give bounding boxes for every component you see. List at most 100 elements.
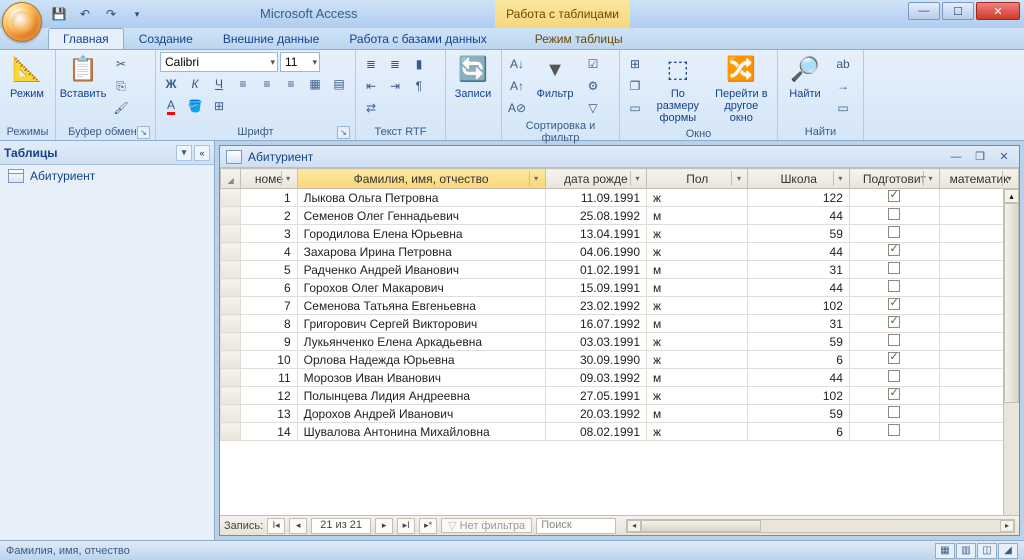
redo-icon[interactable]: ↷ <box>100 3 122 25</box>
numbering-icon[interactable]: ≣ <box>384 54 406 74</box>
underline-button[interactable]: Ч <box>208 74 230 94</box>
undo-icon[interactable]: ↶ <box>74 3 96 25</box>
cell-school[interactable]: 59 <box>748 225 849 243</box>
checkbox-icon[interactable] <box>888 388 900 400</box>
align-center-button[interactable]: ≡ <box>256 74 278 94</box>
nav-item-table[interactable]: Абитуриент <box>0 165 214 187</box>
cell-sex[interactable]: ж <box>647 189 748 207</box>
copy-icon[interactable]: ⎘ <box>110 76 132 96</box>
nav-pane-header[interactable]: Таблицы ▾ « <box>0 141 214 165</box>
checkbox-icon[interactable] <box>888 208 900 220</box>
scroll-left-icon[interactable]: ◂ <box>627 520 641 532</box>
row-selector[interactable] <box>221 333 241 351</box>
cell-num[interactable]: 2 <box>241 207 297 225</box>
cell-school[interactable]: 44 <box>748 207 849 225</box>
table-row[interactable]: 13Дорохов Андрей Иванович20.03.1992м59 <box>221 405 1019 423</box>
cell-num[interactable]: 7 <box>241 297 297 315</box>
cell-num[interactable]: 6 <box>241 279 297 297</box>
scroll-thumb[interactable] <box>641 520 761 532</box>
cell-fio[interactable]: Григорович Сергей Викторович <box>297 315 545 333</box>
cell-fio[interactable]: Полынцева Лидия Андреевна <box>297 387 545 405</box>
first-record-button[interactable]: I◂ <box>267 518 285 534</box>
row-selector[interactable] <box>221 225 241 243</box>
cell-num[interactable]: 1 <box>241 189 297 207</box>
cell-fio[interactable]: Горохов Олег Макарович <box>297 279 545 297</box>
column-header[interactable]: математик▾ <box>940 169 1019 189</box>
datasheet-titlebar[interactable]: Абитуриент — ❐ ✕ <box>220 146 1019 168</box>
checkbox-icon[interactable] <box>888 424 900 436</box>
cell-dob[interactable]: 16.07.1992 <box>545 315 646 333</box>
qat-customize-icon[interactable]: ▾ <box>126 3 148 25</box>
gridlines-dropdown[interactable]: ⊞ <box>208 96 230 116</box>
row-selector[interactable] <box>221 189 241 207</box>
cell-fio[interactable]: Лукьянченко Елена Аркадьевна <box>297 333 545 351</box>
new-record-button[interactable]: ▸* <box>419 518 437 534</box>
hide-icon[interactable]: ▭ <box>624 98 646 118</box>
increase-indent-icon[interactable]: ⇥ <box>384 76 406 96</box>
cell-fio[interactable]: Радченко Андрей Иванович <box>297 261 545 279</box>
maximize-button[interactable]: ☐ <box>942 2 974 20</box>
cell-sex[interactable]: ж <box>647 297 748 315</box>
cell-sex[interactable]: м <box>647 207 748 225</box>
cell-dob[interactable]: 13.04.1991 <box>545 225 646 243</box>
table-row[interactable]: 10Орлова Надежда Юрьевна30.09.1990ж6 <box>221 351 1019 369</box>
save-icon[interactable]: 💾 <box>48 3 70 25</box>
cell-fio[interactable]: Морозов Иван Иванович <box>297 369 545 387</box>
cascade-icon[interactable]: ❐ <box>624 76 646 96</box>
prev-record-button[interactable]: ◂ <box>289 518 307 534</box>
scroll-right-icon[interactable]: ▸ <box>1000 520 1014 532</box>
cell-sex[interactable]: ж <box>647 351 748 369</box>
cell-school[interactable]: 44 <box>748 279 849 297</box>
sort-desc-icon[interactable]: A↑ <box>506 76 528 96</box>
chevron-down-icon[interactable]: ▾ <box>630 171 644 186</box>
chevron-down-icon[interactable]: ▾ <box>529 171 543 186</box>
clear-sort-icon[interactable]: A⊘ <box>506 98 528 118</box>
format-painter-icon[interactable]: 🖌 <box>110 98 132 118</box>
column-header[interactable]: номе▾ <box>241 169 297 189</box>
align-right-button[interactable]: ≡ <box>280 74 302 94</box>
tab-home[interactable]: Главная <box>48 28 124 49</box>
cell-num[interactable]: 5 <box>241 261 297 279</box>
cell-fio[interactable]: Семенов Олег Геннадьевич <box>297 207 545 225</box>
table-row[interactable]: 3Городилова Елена Юрьевна13.04.1991ж59 <box>221 225 1019 243</box>
doc-restore-icon[interactable]: ❐ <box>971 149 989 165</box>
bullets-icon[interactable]: ≣ <box>360 54 382 74</box>
cell-school[interactable]: 31 <box>748 261 849 279</box>
cell-school[interactable]: 59 <box>748 333 849 351</box>
cell-sex[interactable]: м <box>647 405 748 423</box>
row-selector[interactable] <box>221 405 241 423</box>
cell-school[interactable]: 122 <box>748 189 849 207</box>
row-selector[interactable] <box>221 315 241 333</box>
cell-fio[interactable]: Шувалова Антонина Михайловна <box>297 423 545 441</box>
checkbox-icon[interactable] <box>888 334 900 346</box>
tab-datasheet[interactable]: Режим таблицы <box>520 28 638 49</box>
vertical-scrollbar[interactable]: ▴ <box>1003 189 1019 515</box>
cell-fio[interactable]: Городилова Елена Юрьевна <box>297 225 545 243</box>
cell-prep[interactable] <box>849 189 939 207</box>
cell-prep[interactable] <box>849 369 939 387</box>
checkbox-icon[interactable] <box>888 262 900 274</box>
scroll-thumb[interactable] <box>1004 203 1019 403</box>
text-direction-icon[interactable]: ¶ <box>408 76 430 96</box>
cell-sex[interactable]: ж <box>647 387 748 405</box>
cell-fio[interactable]: Семенова Татьяна Евгеньевна <box>297 297 545 315</box>
table-row[interactable]: 14Шувалова Антонина Михайловна08.02.1991… <box>221 423 1019 441</box>
row-selector[interactable] <box>221 423 241 441</box>
nav-collapse-icon[interactable]: ▾ <box>176 145 192 161</box>
pivot-view-icon[interactable]: ▥ <box>956 543 976 559</box>
doc-close-icon[interactable]: ✕ <box>995 149 1013 165</box>
cell-sex[interactable]: м <box>647 315 748 333</box>
ltr-icon[interactable]: ⇄ <box>360 98 382 118</box>
cell-prep[interactable] <box>849 423 939 441</box>
tab-external-data[interactable]: Внешние данные <box>208 28 335 49</box>
checkbox-icon[interactable] <box>888 316 900 328</box>
checkbox-icon[interactable] <box>888 352 900 364</box>
fill-color-button[interactable]: 🪣 <box>184 96 206 116</box>
checkbox-icon[interactable] <box>888 226 900 238</box>
cell-dob[interactable]: 25.08.1992 <box>545 207 646 225</box>
column-header[interactable]: Подготовит▾ <box>849 169 939 189</box>
dialog-launcher-icon[interactable]: ↘ <box>337 126 350 139</box>
cell-sex[interactable]: ж <box>647 423 748 441</box>
cell-num[interactable]: 10 <box>241 351 297 369</box>
cell-fio[interactable]: Захарова Ирина Петровна <box>297 243 545 261</box>
